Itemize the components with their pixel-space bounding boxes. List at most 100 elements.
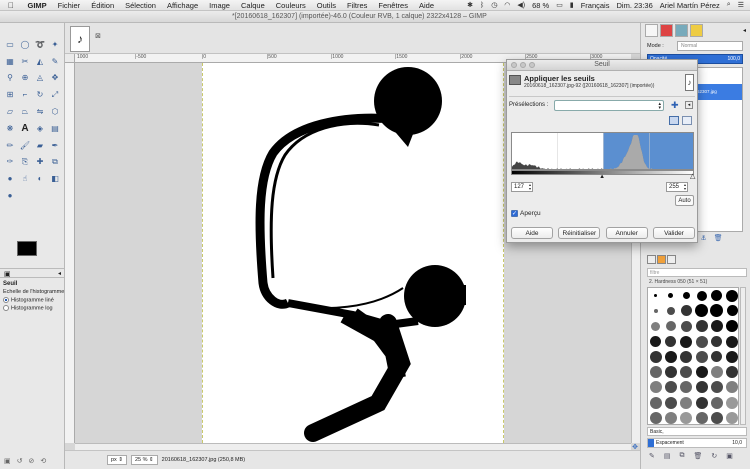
refresh-brushes-icon[interactable]: ↻ <box>711 452 717 460</box>
ink-icon[interactable]: ✑ <box>3 154 17 171</box>
brush-item[interactable] <box>709 288 724 303</box>
radio-linear-row[interactable]: Histogramme liné <box>3 297 65 303</box>
help-button[interactable]: Aide <box>511 227 553 239</box>
brush-item[interactable] <box>679 395 694 410</box>
horizontal-scrollbar[interactable] <box>75 443 631 450</box>
tool-options-tab-icon[interactable]: ▣ <box>4 270 11 278</box>
menu-fenetres[interactable]: Fenêtres <box>373 1 414 10</box>
undo-tab-icon[interactable] <box>690 24 703 37</box>
brush-item[interactable] <box>709 380 724 395</box>
add-preset-icon[interactable]: ✚ <box>671 100 679 110</box>
brush-item[interactable] <box>663 380 678 395</box>
brush-tag-input[interactable]: Basic, <box>647 427 747 436</box>
dialog-titlebar[interactable]: Seuil <box>507 60 697 71</box>
flip-icon[interactable]: ⇋ <box>33 103 47 120</box>
brush-item[interactable] <box>709 303 724 318</box>
threshold-high-marker-icon[interactable]: △ <box>690 173 695 180</box>
reset-button[interactable]: Réinitialiser <box>558 227 601 239</box>
bluetooth2-icon[interactable]: ᛒ <box>480 2 484 9</box>
threshold-tool-icon[interactable]: ◧ <box>48 170 62 187</box>
brush-item[interactable] <box>663 410 678 424</box>
brush-item[interactable] <box>694 334 709 349</box>
brush-item[interactable] <box>709 395 724 410</box>
radio-log[interactable] <box>3 305 9 312</box>
duplicate-brush-icon[interactable]: ⧉ <box>680 452 685 460</box>
high-threshold-input[interactable]: 255 ▴ ▾ <box>666 182 688 192</box>
brush-item[interactable] <box>663 395 678 410</box>
brush-as-image-icon[interactable]: ▣ <box>726 452 733 460</box>
spin-arrows-icon[interactable]: ▴ ▾ <box>529 183 531 191</box>
brush-item[interactable] <box>648 319 663 334</box>
battery-icon[interactable]: ▭ <box>556 1 563 9</box>
clock-icon[interactable]: ◷ <box>491 1 497 9</box>
paintbrush-icon[interactable]: 🖌 <box>18 137 32 154</box>
spotlight-search-icon[interactable]: ⌕ <box>727 1 731 9</box>
zoom-selector[interactable]: 25 % ⇕ <box>130 455 158 465</box>
auto-button[interactable]: Auto <box>675 195 694 206</box>
brush-item[interactable] <box>663 349 678 364</box>
brush-item[interactable] <box>724 349 738 364</box>
warp-icon[interactable]: ❋ <box>3 120 17 137</box>
brush-item[interactable] <box>663 288 678 303</box>
brush-item[interactable] <box>724 410 738 424</box>
brush-item[interactable] <box>694 395 709 410</box>
preview-checkbox-row[interactable]: ✓ Aperçu <box>511 210 541 217</box>
notification-center-icon[interactable]: ☰ <box>738 1 744 9</box>
text-icon[interactable]: A <box>18 120 32 137</box>
delete-options-icon[interactable]: ⊘ <box>29 457 35 465</box>
image-canvas[interactable] <box>202 63 504 443</box>
volume-icon[interactable]: ◀) <box>517 1 525 9</box>
menu-image[interactable]: Image <box>204 1 236 10</box>
brush-grid[interactable] <box>647 287 739 425</box>
input-language[interactable]: Français <box>581 1 610 10</box>
vertical-ruler[interactable] <box>65 63 75 443</box>
fuzzy-select-icon[interactable]: ✦ <box>48 36 62 53</box>
brush-spacing-slider[interactable]: Espacement 10,0 <box>647 438 747 448</box>
edit-brush-icon[interactable]: ✎ <box>649 452 655 460</box>
menu-edition[interactable]: Édition <box>86 1 120 10</box>
presets-combo[interactable]: ▴ ▾ <box>554 100 664 111</box>
brush-item[interactable] <box>663 364 678 379</box>
spin-arrows-icon[interactable]: ▴ ▾ <box>684 183 686 191</box>
wifi-icon[interactable]: ◠ <box>504 1 510 9</box>
battery-level[interactable]: 68 % <box>532 1 549 10</box>
scissors-select-icon[interactable]: ✂ <box>18 53 32 70</box>
heal-icon[interactable]: ✚ <box>33 154 47 171</box>
crop-icon[interactable]: ⌐ <box>18 86 32 103</box>
tab-menu-icon[interactable]: ◂ <box>58 270 61 277</box>
brush-item[interactable] <box>679 288 694 303</box>
paths-tab-icon[interactable] <box>675 24 688 37</box>
fg-bg-colors[interactable] <box>17 241 47 265</box>
cage-icon[interactable]: ⬡ <box>48 103 62 120</box>
brush-item[interactable] <box>679 334 694 349</box>
move-icon[interactable]: ✥ <box>48 70 62 87</box>
new-brush-icon[interactable]: ▤ <box>664 452 671 460</box>
brush-item[interactable] <box>694 303 709 318</box>
brush-dynamics-icon[interactable]: ● <box>3 187 17 204</box>
brush-item[interactable] <box>694 349 709 364</box>
airbrush-icon[interactable]: ✒ <box>48 137 62 154</box>
dock-menu-icon[interactable]: ◂ <box>743 27 746 34</box>
image-thumbnail[interactable]: ♪ <box>70 26 90 52</box>
foreground-select-icon[interactable]: ◭ <box>33 53 47 70</box>
brush-item[interactable] <box>679 349 694 364</box>
brush-item[interactable] <box>648 288 663 303</box>
brush-item[interactable] <box>679 364 694 379</box>
brush-item[interactable] <box>724 319 738 334</box>
restore-options-icon[interactable]: ↺ <box>17 457 23 465</box>
free-select-icon[interactable]: ➰ <box>33 36 47 53</box>
menu-calque[interactable]: Calque <box>235 1 270 10</box>
menu-fichier[interactable]: Fichier <box>52 1 86 10</box>
brush-item[interactable] <box>679 410 694 424</box>
bucket-fill-icon[interactable]: ◈ <box>33 120 47 137</box>
blur-icon[interactable]: ● <box>3 170 17 187</box>
color-picker-icon[interactable]: ⚲ <box>3 70 17 87</box>
paths-icon[interactable]: ✎ <box>48 53 62 70</box>
close-tab-icon[interactable]: ⊠ <box>94 33 102 41</box>
brush-filter-input[interactable]: filtre <box>647 268 747 277</box>
reset-options-icon[interactable]: ⟲ <box>40 457 46 465</box>
mode-select[interactable]: Normal <box>677 41 743 51</box>
brush-item[interactable] <box>694 364 709 379</box>
eraser-icon[interactable]: ▰ <box>33 137 47 154</box>
menu-filtres[interactable]: Filtres <box>341 1 372 10</box>
